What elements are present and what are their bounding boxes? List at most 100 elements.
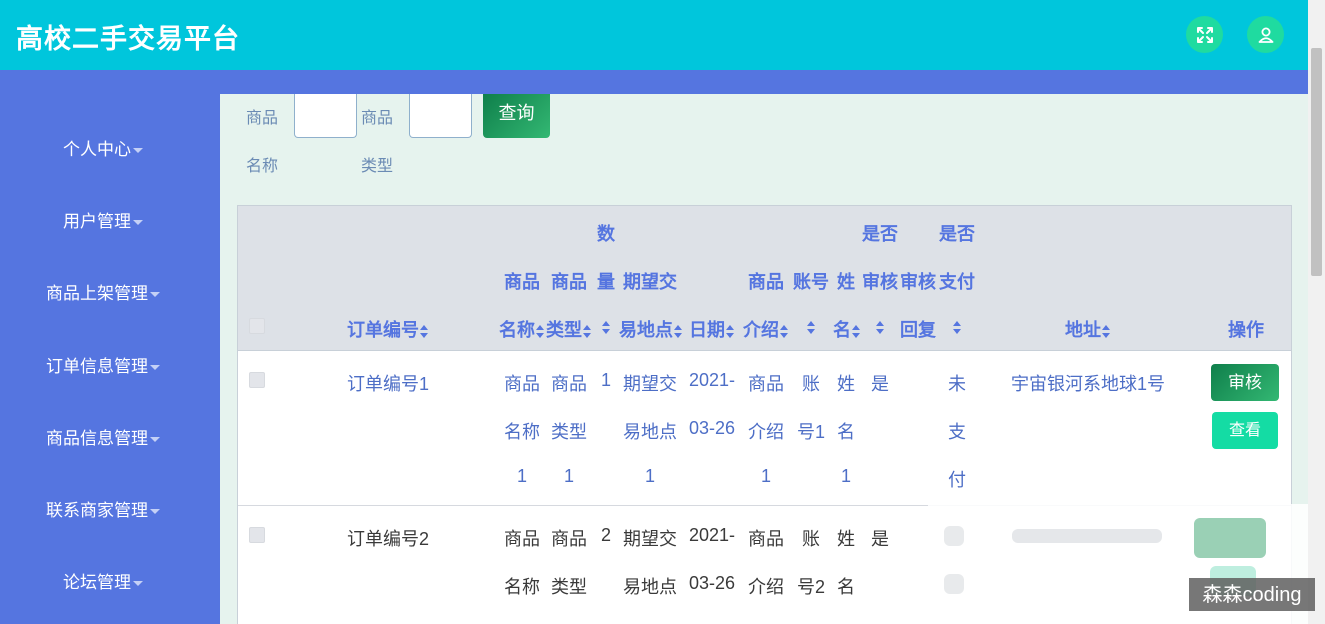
header-audit-line1: 是否 bbox=[862, 224, 898, 244]
caret-down-icon bbox=[133, 581, 143, 587]
blurred-text bbox=[944, 526, 964, 546]
goods-name-label-line1: 商品 bbox=[246, 110, 279, 127]
caret-down-icon bbox=[150, 437, 160, 443]
fullscreen-icon bbox=[1196, 26, 1213, 43]
header-paid-line1: 是否 bbox=[939, 224, 975, 244]
user-menu-button[interactable] bbox=[1247, 16, 1284, 53]
header-order-no[interactable]: 订单编号 bbox=[338, 316, 438, 342]
header-name[interactable]: 名 bbox=[830, 316, 864, 342]
caret-down-icon bbox=[133, 148, 143, 154]
goods-type-cell: 类型 bbox=[551, 577, 587, 597]
user-icon bbox=[1258, 27, 1273, 43]
sidebar-item-order-management[interactable]: 订单信息管理 bbox=[0, 352, 206, 377]
top-bar: 高校二手交易平台 bbox=[0, 0, 1308, 70]
caret-down-icon bbox=[150, 292, 160, 298]
header-audit-line2: 审核 bbox=[862, 272, 898, 292]
header-address[interactable]: 地址 bbox=[1053, 316, 1123, 342]
header-place[interactable]: 易地点 bbox=[616, 316, 686, 342]
header-audit-sort[interactable] bbox=[868, 316, 892, 337]
query-button[interactable]: 查询 bbox=[483, 94, 550, 138]
sort-icon bbox=[420, 324, 429, 338]
blurred-text bbox=[1012, 529, 1162, 543]
audit-button[interactable]: 审核 bbox=[1211, 364, 1279, 401]
view-button[interactable]: 查看 bbox=[1212, 412, 1278, 449]
paid-cell: 未 bbox=[948, 374, 966, 394]
header-reply-line1: 审核 bbox=[900, 272, 936, 292]
caret-down-icon bbox=[150, 509, 160, 515]
sort-icon bbox=[953, 320, 962, 334]
sidebar-item-personal-center[interactable]: 个人中心 bbox=[0, 135, 206, 160]
goods-type-cell: 商品 bbox=[551, 529, 587, 549]
sort-icon bbox=[674, 324, 683, 338]
paid-cell: 付 bbox=[948, 470, 966, 490]
sort-icon bbox=[1102, 324, 1111, 338]
fullscreen-button[interactable] bbox=[1186, 16, 1223, 53]
app-title: 高校二手交易平台 bbox=[16, 24, 240, 54]
sidebar-item-merchant-contact-management[interactable]: 联系商家管理 bbox=[0, 496, 206, 521]
header-date[interactable]: 日期 bbox=[685, 316, 739, 342]
main-content: 商品 名称 商品 类型 查询 订单编号 商品 名称 商品 类型 数 量 期望交 … bbox=[220, 94, 1308, 624]
watermark: 森森coding bbox=[1189, 578, 1315, 611]
place-cell: 期望交 bbox=[623, 374, 677, 394]
header-place-line1: 期望交 bbox=[623, 272, 677, 292]
blurred-button bbox=[1194, 518, 1266, 558]
qty-cell: 2 bbox=[600, 525, 611, 545]
account-cell: 号2 bbox=[796, 577, 825, 597]
paid-cell: 支 bbox=[948, 422, 966, 442]
date-cell: 03-26 bbox=[688, 573, 736, 593]
name-cell: 1 bbox=[840, 466, 851, 486]
qty-cell: 1 bbox=[600, 370, 611, 390]
place-cell: 1 bbox=[644, 466, 655, 486]
sort-icon bbox=[602, 320, 611, 334]
header-goods-type[interactable]: 类型 bbox=[543, 316, 595, 342]
goods-name-cell: 商品 bbox=[504, 529, 540, 549]
goods-name-input[interactable] bbox=[294, 94, 357, 138]
header-paid-sort[interactable] bbox=[945, 316, 969, 337]
header-qty-line2: 量 bbox=[597, 272, 615, 292]
sort-icon bbox=[876, 320, 885, 334]
place-cell: 易地点 bbox=[623, 422, 677, 442]
header-account-sort[interactable] bbox=[799, 316, 823, 337]
goods-type-input[interactable] bbox=[409, 94, 472, 138]
header-intro[interactable]: 介绍 bbox=[740, 316, 792, 342]
audit-cell: 是 bbox=[871, 529, 889, 549]
account-cell: 账 bbox=[802, 374, 820, 394]
goods-name-cell: 商品 bbox=[504, 374, 540, 394]
header-reply-line2: 回复 bbox=[900, 320, 936, 340]
name-cell: 名 bbox=[837, 422, 855, 442]
sidebar-item-forum-management[interactable]: 论坛管理 bbox=[0, 568, 206, 593]
goods-type-cell: 商品 bbox=[551, 374, 587, 394]
sidebar-item-goods-listing-management[interactable]: 商品上架管理 bbox=[0, 279, 206, 304]
goods-type-cell: 类型 bbox=[551, 422, 587, 442]
blurred-text bbox=[944, 574, 964, 594]
sidebar-item-user-management[interactable]: 用户管理 bbox=[0, 207, 206, 232]
intro-cell: 商品 bbox=[748, 529, 784, 549]
date-cell: 03-26 bbox=[688, 418, 736, 438]
goods-name-cell: 1 bbox=[516, 466, 527, 486]
audit-cell: 是 bbox=[871, 374, 889, 394]
select-all-checkbox[interactable] bbox=[249, 318, 265, 334]
goods-type-label-line2: 类型 bbox=[361, 158, 394, 175]
row-checkbox[interactable] bbox=[249, 527, 265, 543]
sort-icon bbox=[852, 324, 861, 338]
order-no-cell: 订单编号1 bbox=[346, 374, 429, 394]
date-cell: 2021- bbox=[688, 525, 736, 545]
table-header: 订单编号 商品 名称 商品 类型 数 量 期望交 易地点 日期 商品 介绍 账号… bbox=[238, 206, 1291, 351]
name-cell: 姓 bbox=[837, 374, 855, 394]
goods-name-label-line2: 名称 bbox=[246, 158, 279, 175]
name-cell: 姓 bbox=[837, 529, 855, 549]
goods-type-label-line1: 商品 bbox=[361, 110, 394, 127]
intro-cell: 商品 bbox=[748, 374, 784, 394]
header-account: 账号 bbox=[793, 272, 829, 292]
row-checkbox[interactable] bbox=[249, 372, 265, 388]
caret-down-icon bbox=[150, 365, 160, 371]
order-no-cell: 订单编号2 bbox=[346, 529, 429, 549]
caret-down-icon bbox=[133, 220, 143, 226]
sidebar-item-goods-info-management[interactable]: 商品信息管理 bbox=[0, 424, 206, 449]
header-goods-name[interactable]: 名称 bbox=[496, 316, 548, 342]
header-goods-name-line1: 商品 bbox=[504, 272, 540, 292]
scrollbar-thumb[interactable] bbox=[1311, 48, 1322, 276]
date-cell: 2021- bbox=[688, 370, 736, 390]
intro-cell: 介绍 bbox=[748, 577, 784, 597]
header-intro-line1: 商品 bbox=[748, 272, 784, 292]
